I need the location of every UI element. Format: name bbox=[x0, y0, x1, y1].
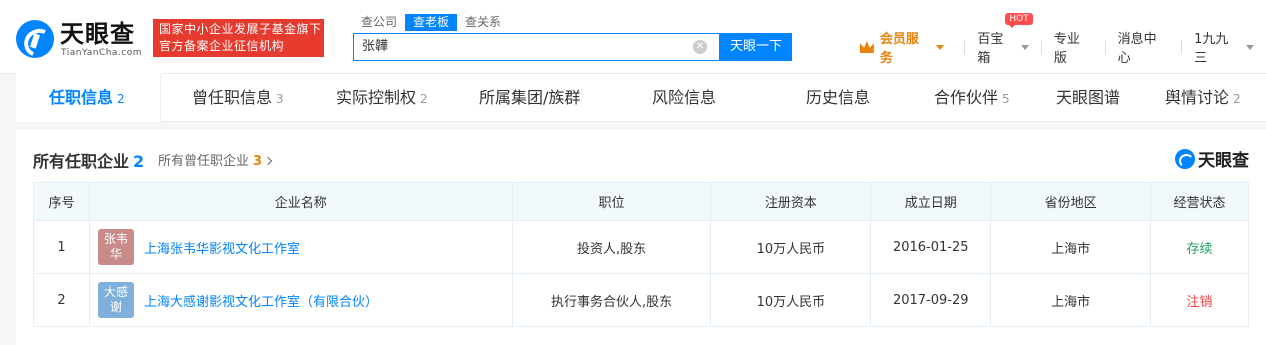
chevron-down-icon bbox=[1020, 44, 1029, 50]
status-cell: 注销 bbox=[1150, 273, 1249, 327]
header-date: 成立日期 bbox=[870, 182, 992, 221]
capital-cell: 10万人民币 bbox=[710, 273, 872, 327]
treasure-box-menu[interactable]: HOT 百宝箱 bbox=[977, 13, 1033, 66]
former-label: 所有曾任职企业 bbox=[158, 154, 250, 169]
tab-count: 2 bbox=[420, 92, 428, 106]
former-positions-link[interactable]: 所有曾任职企业 3 bbox=[158, 150, 273, 169]
tab-label: 曾任职信息 bbox=[192, 88, 273, 107]
company-link[interactable]: 上海张韦华影视文化工作室 bbox=[144, 238, 300, 257]
user-name: 1九九三 bbox=[1194, 32, 1229, 66]
tab-history[interactable]: 历史信息 bbox=[806, 74, 870, 122]
positions-card: 所有任职企业 2 所有曾任职企业 3 天眼查 序号 企业名称 职位 注册资本 成立日… bbox=[16, 130, 1266, 345]
message-center-link[interactable]: 消息中心 bbox=[1118, 28, 1170, 66]
tab-label: 任职信息 bbox=[49, 88, 114, 107]
search-tab-company[interactable]: 查公司 bbox=[353, 14, 405, 31]
table-row: 1 张韦华 上海张韦华影视文化工作室 投资人,股东 10万人民币 2016-01… bbox=[33, 220, 1249, 274]
divider bbox=[1104, 40, 1106, 54]
user-menu[interactable]: 1九九三 bbox=[1194, 28, 1254, 66]
tab-actual-control[interactable]: 实际控制权 2 bbox=[336, 74, 428, 122]
header-status: 经营状态 bbox=[1150, 182, 1249, 221]
search-box[interactable]: 张韡 ✕ bbox=[353, 33, 720, 61]
tab-count: 5 bbox=[1002, 92, 1010, 106]
search-input[interactable]: 张韡 bbox=[362, 34, 388, 60]
header-capital: 注册资本 bbox=[710, 182, 872, 221]
hot-badge: HOT bbox=[1005, 13, 1033, 28]
row-index: 2 bbox=[33, 273, 90, 327]
search-tab-relation[interactable]: 查关系 bbox=[457, 14, 509, 31]
tab-risk[interactable]: 风险信息 bbox=[652, 74, 716, 122]
tab-graph[interactable]: 天眼图谱 bbox=[1056, 74, 1120, 122]
chevron-down-icon bbox=[936, 44, 945, 50]
logo-text: 天眼查 bbox=[60, 20, 135, 48]
company-avatar: 张韦华 bbox=[97, 229, 134, 265]
table-row: 2 大感谢 上海大感谢影视文化工作室（有限合伙） 执行事务合伙人,股东 10万人… bbox=[33, 273, 1249, 327]
brand-logo-icon bbox=[1175, 148, 1195, 169]
date-cell: 2016-01-25 bbox=[870, 220, 992, 274]
tab-label: 历史信息 bbox=[806, 88, 871, 107]
site-logo[interactable]: 天眼查 TianYanCha.com bbox=[16, 20, 148, 60]
logo-subtitle: TianYanCha.com bbox=[61, 48, 143, 58]
clear-icon[interactable]: ✕ bbox=[693, 40, 707, 54]
tianyancha-watermark: 天眼查 bbox=[1175, 146, 1249, 171]
capital-cell: 10万人民币 bbox=[710, 220, 872, 274]
date-cell: 2017-09-29 bbox=[870, 273, 992, 327]
section-count: 2 bbox=[133, 152, 145, 171]
tab-partners[interactable]: 合作伙伴 5 bbox=[934, 74, 1010, 122]
top-header: 天眼查 TianYanCha.com 国家中小企业发展子基金旗下 官方备案企业征… bbox=[0, 0, 1266, 74]
region-cell: 上海市 bbox=[990, 220, 1152, 274]
row-index: 1 bbox=[33, 220, 90, 274]
chevron-down-icon bbox=[1245, 44, 1254, 50]
tab-opinion[interactable]: 舆情讨论 2 bbox=[1165, 74, 1241, 122]
status-cell: 存续 bbox=[1150, 220, 1249, 274]
positions-table: 序号 企业名称 职位 注册资本 成立日期 省份地区 经营状态 1 张韦华 上海张… bbox=[33, 182, 1249, 327]
former-count: 3 bbox=[253, 154, 263, 169]
vip-label: 会员服务 bbox=[879, 32, 919, 66]
official-banner[interactable]: 国家中小企业发展子基金旗下 官方备案企业征信机构 bbox=[153, 19, 324, 57]
section-title-text: 所有任职企业 bbox=[33, 152, 130, 171]
section-title: 所有任职企业 2 bbox=[33, 148, 144, 172]
banner-line-1: 国家中小企业发展子基金旗下 bbox=[159, 22, 322, 36]
search-tab-boss[interactable]: 查老板 bbox=[405, 14, 458, 31]
tab-label: 舆情讨论 bbox=[1165, 88, 1230, 107]
region-cell: 上海市 bbox=[990, 273, 1152, 327]
treasure-box-label: 百宝箱 bbox=[977, 32, 1004, 66]
top-right-nav: 会员服务 HOT 百宝箱 专业版 消息中心 1九九三 bbox=[860, 13, 1266, 66]
position-cell: 投资人,股东 bbox=[511, 220, 712, 274]
vip-service-menu[interactable]: 会员服务 bbox=[860, 28, 945, 66]
position-cell: 执行事务合伙人,股东 bbox=[511, 273, 712, 327]
divider bbox=[1040, 40, 1042, 54]
tab-count: 2 bbox=[1233, 92, 1241, 106]
detail-tab-nav: 任职信息 2 曾任职信息 3 实际控制权 2 所属集团/族群 风险信息 历史信息 合作… bbox=[16, 74, 1266, 122]
divider bbox=[964, 40, 966, 54]
tab-label: 实际控制权 bbox=[336, 88, 417, 107]
search-type-tabs: 查公司 查老板 查关系 bbox=[353, 14, 509, 31]
pro-version-link[interactable]: 专业版 bbox=[1054, 28, 1093, 66]
company-avatar: 大感谢 bbox=[97, 282, 134, 318]
logo-icon bbox=[16, 20, 54, 58]
table-header-row: 序号 企业名称 职位 注册资本 成立日期 省份地区 经营状态 bbox=[33, 182, 1249, 221]
tab-group[interactable]: 所属集团/族群 bbox=[479, 74, 580, 122]
header-position: 职位 bbox=[511, 182, 712, 221]
header-company: 企业名称 bbox=[88, 182, 513, 221]
tab-current-positions[interactable]: 任职信息 2 bbox=[49, 74, 125, 122]
crown-icon bbox=[860, 41, 874, 53]
tab-label: 天眼图谱 bbox=[1056, 88, 1121, 107]
tab-count: 2 bbox=[117, 92, 125, 106]
header-index: 序号 bbox=[33, 182, 90, 221]
company-link[interactable]: 上海大感谢影视文化工作室（有限合伙） bbox=[144, 291, 378, 310]
divider bbox=[1181, 40, 1183, 54]
company-cell: 大感谢 上海大感谢影视文化工作室（有限合伙） bbox=[88, 273, 513, 327]
banner-line-2: 官方备案企业征信机构 bbox=[159, 39, 285, 53]
tab-label: 合作伙伴 bbox=[934, 88, 999, 107]
brand-text: 天眼查 bbox=[1198, 151, 1249, 171]
header-region: 省份地区 bbox=[990, 182, 1152, 221]
tab-count: 3 bbox=[276, 92, 284, 106]
tab-label: 风险信息 bbox=[652, 88, 717, 107]
tab-former-positions[interactable]: 曾任职信息 3 bbox=[192, 74, 284, 122]
tab-label: 所属集团/族群 bbox=[479, 88, 581, 107]
company-cell: 张韦华 上海张韦华影视文化工作室 bbox=[88, 220, 513, 274]
search-button[interactable]: 天眼一下 bbox=[720, 33, 792, 61]
chevron-right-icon bbox=[263, 156, 273, 166]
